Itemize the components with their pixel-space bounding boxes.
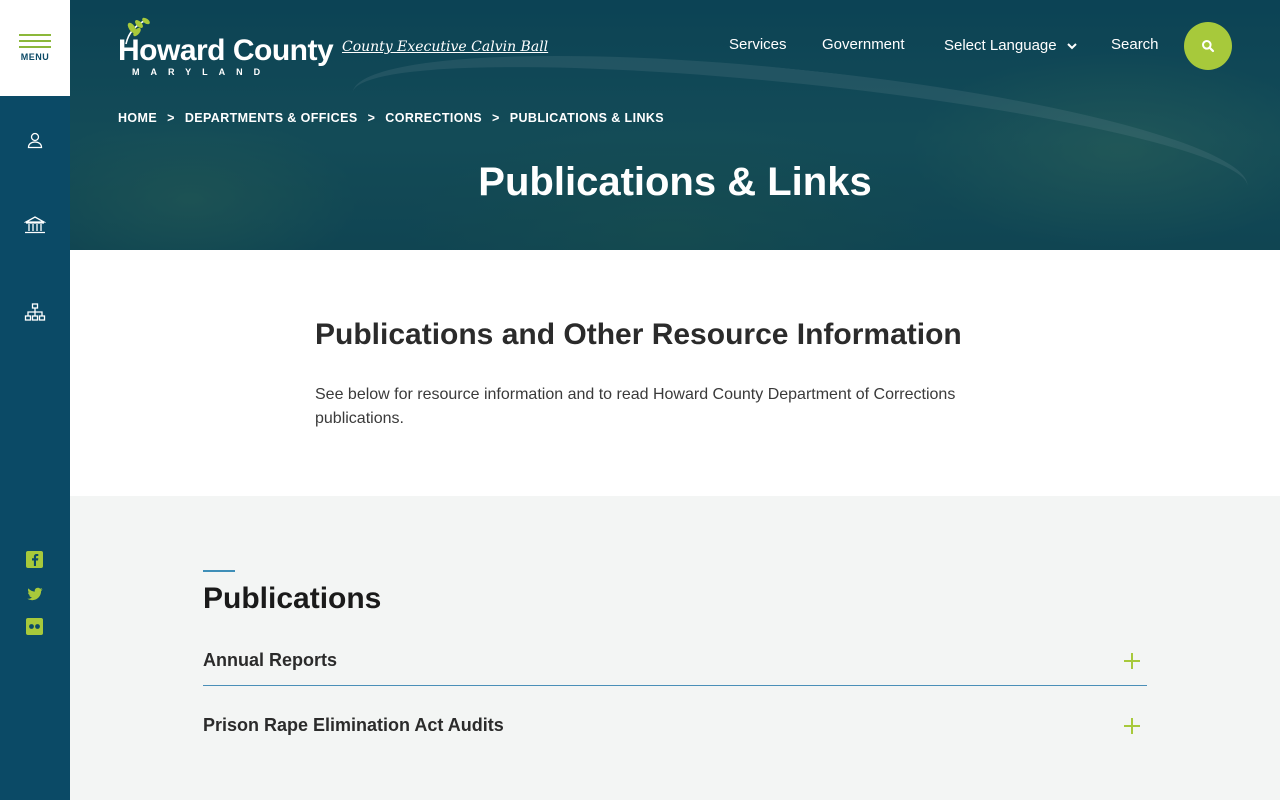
menu-button[interactable]: MENU — [0, 0, 70, 96]
county-executive-link[interactable]: County Executive Calvin Ball — [342, 39, 548, 55]
nav-search[interactable]: Search — [1111, 36, 1159, 53]
flickr-icon[interactable] — [26, 618, 43, 635]
facebook-icon[interactable] — [26, 551, 43, 568]
nav-services[interactable]: Services — [729, 36, 787, 53]
plus-icon — [1124, 718, 1140, 734]
nav-government[interactable]: Government — [822, 36, 905, 53]
user-icon[interactable] — [23, 128, 47, 152]
page-title: Publications & Links — [478, 160, 872, 204]
breadcrumb-corrections[interactable]: CORRECTIONS — [385, 111, 482, 125]
twitter-icon[interactable] — [26, 585, 43, 602]
accordion-divider — [203, 685, 1147, 686]
breadcrumb-separator: > — [492, 111, 500, 125]
breadcrumb-separator: > — [167, 111, 175, 125]
accordion-label: Prison Rape Elimination Act Audits — [203, 715, 504, 735]
hamburger-icon — [19, 34, 51, 48]
logo-state: MARYLAND — [132, 67, 272, 77]
search-icon — [1202, 40, 1215, 53]
language-select[interactable]: Select Language — [944, 37, 1077, 54]
publications-heading: Publications — [203, 582, 382, 615]
org-chart-icon[interactable] — [23, 300, 47, 324]
logo-wordmark: Howard County — [118, 34, 334, 67]
howard-county-logo[interactable]: Howard County MARYLAND — [118, 16, 334, 78]
intro-heading: Publications and Other Resource Informat… — [315, 318, 962, 351]
search-button[interactable] — [1184, 22, 1232, 70]
government-building-icon[interactable] — [23, 213, 47, 237]
breadcrumb-current[interactable]: PUBLICATIONS & LINKS — [510, 111, 664, 125]
accordion-prea-audits[interactable]: Prison Rape Elimination Act Audits — [203, 707, 1147, 763]
accordion-label: Annual Reports — [203, 650, 338, 670]
breadcrumb-separator: > — [367, 111, 376, 125]
breadcrumb: HOME > DEPARTMENTS & OFFICES > CORRECTIO… — [118, 111, 664, 125]
section-accent-rule — [203, 570, 235, 572]
chevron-down-icon — [1066, 42, 1077, 49]
intro-text: See below for resource information and t… — [315, 386, 956, 427]
side-rail: MENU — [0, 0, 70, 800]
accordion-annual-reports[interactable]: Annual Reports — [203, 642, 1147, 698]
breadcrumb-home[interactable]: HOME — [118, 111, 157, 125]
language-select-label: Select Language — [944, 37, 1057, 54]
menu-label: MENU — [20, 52, 50, 62]
breadcrumb-departments[interactable]: DEPARTMENTS & OFFICES — [185, 111, 358, 125]
plus-icon — [1124, 653, 1140, 669]
